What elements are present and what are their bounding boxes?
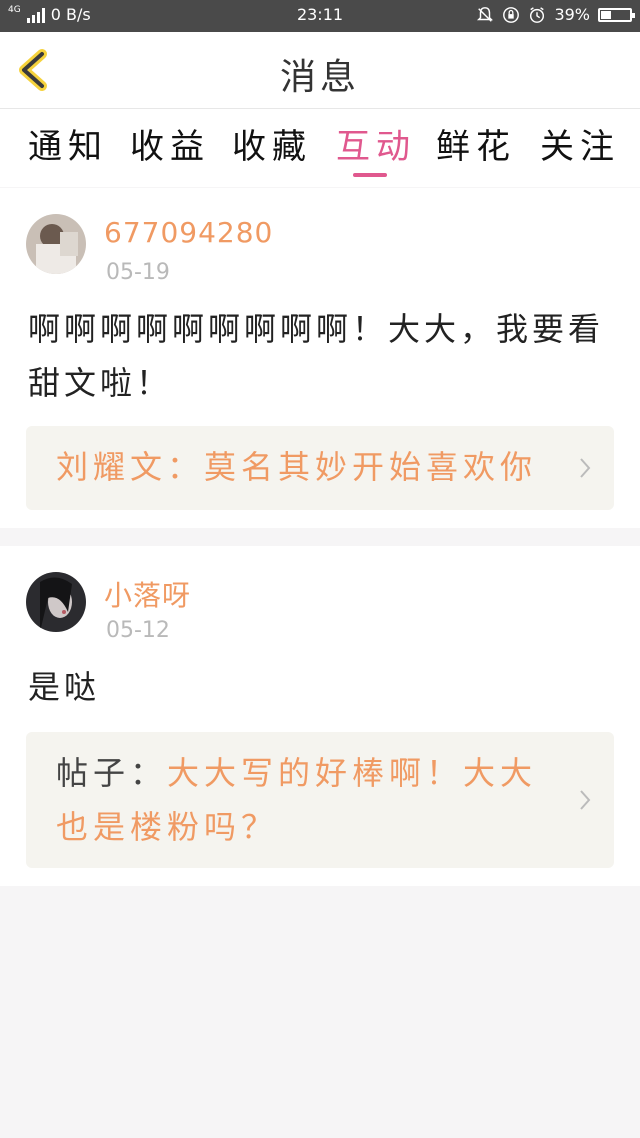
tab-favorites[interactable]: 收藏	[232, 119, 312, 168]
tab-notifications[interactable]: 通知	[28, 119, 108, 168]
top-bar: 消息	[0, 32, 640, 109]
active-tab-indicator	[353, 173, 387, 177]
tab-following[interactable]: 关注	[540, 119, 620, 168]
tab-flowers[interactable]: 鲜花	[436, 119, 516, 168]
rotation-lock-icon	[503, 6, 520, 23]
bell-muted-icon	[477, 6, 494, 22]
status-bar: 4G 0 B/s 23:11 39%	[0, 0, 640, 32]
message-card: 677094280 05-19 啊啊啊啊啊啊啊啊啊！大大，我要看甜文啦！ 刘耀文…	[0, 188, 640, 528]
message-date: 05-12	[106, 618, 170, 643]
message-content: 啊啊啊啊啊啊啊啊啊！大大，我要看甜文啦！	[28, 310, 605, 402]
quote-prefix: 帖子：	[56, 754, 168, 792]
avatar[interactable]	[26, 214, 86, 274]
message-card: 小落呀 05-12 是哒 帖子：大大写的好棒啊！大大也是楼粉吗？	[0, 546, 640, 886]
chevron-right-icon	[580, 458, 591, 478]
quoted-item[interactable]: 帖子：大大写的好棒啊！大大也是楼粉吗？	[26, 732, 614, 868]
username[interactable]: 小落呀	[104, 574, 191, 614]
username[interactable]: 677094280	[104, 216, 273, 249]
chevron-right-icon	[580, 790, 591, 810]
tab-interactions[interactable]: 互动	[336, 119, 416, 168]
tab-earnings[interactable]: 收益	[130, 119, 210, 168]
tab-bar: 通知 收益 收藏 互动 鲜花 关注	[0, 109, 640, 187]
quote-text: 刘耀文：莫名其妙开始喜欢你	[56, 448, 538, 486]
clock: 23:11	[296, 5, 344, 24]
battery-percent: 39%	[554, 5, 590, 24]
message-content: 是哒	[28, 668, 101, 706]
battery-icon	[598, 7, 635, 22]
quoted-item[interactable]: 刘耀文：莫名其妙开始喜欢你	[26, 426, 614, 510]
page-title: 消息	[279, 57, 360, 98]
avatar[interactable]	[26, 572, 86, 632]
message-date: 05-19	[106, 260, 170, 285]
alarm-icon	[530, 6, 545, 23]
